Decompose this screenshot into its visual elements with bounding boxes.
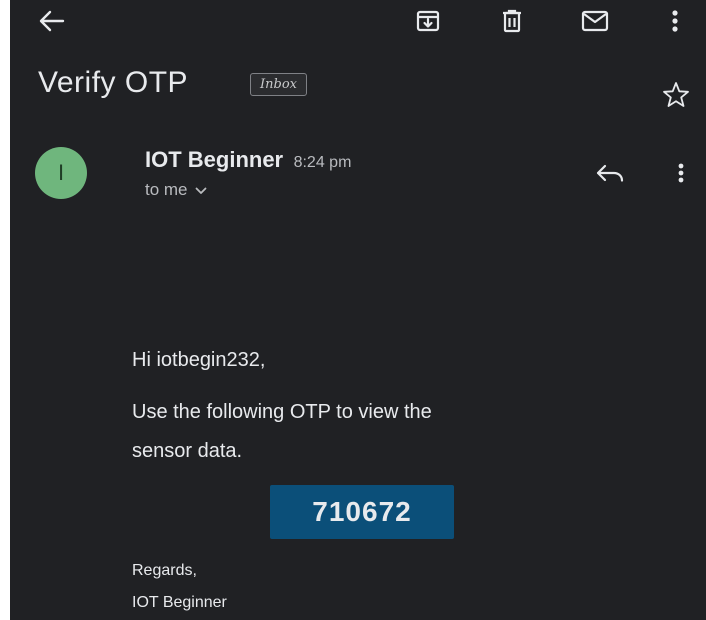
otp-code: 710672 xyxy=(270,485,454,539)
inbox-label-chip[interactable]: Inbox xyxy=(250,73,307,96)
mark-unread-button[interactable] xyxy=(573,4,617,38)
back-button[interactable] xyxy=(32,4,72,38)
body-line-1: Use the following OTP to view the xyxy=(132,401,432,423)
sender-avatar[interactable]: I xyxy=(35,147,87,199)
greeting-text: Hi iotbegin232, xyxy=(132,349,266,371)
star-button[interactable] xyxy=(658,78,694,110)
archive-button[interactable] xyxy=(408,4,448,38)
email-view: Verify OTP Inbox I IOT Beginner 8:24 pm … xyxy=(10,0,706,620)
email-subject: Verify OTP xyxy=(38,66,189,99)
chevron-down-icon xyxy=(195,180,207,200)
body-line-2: sensor data. xyxy=(132,440,243,462)
more-options-button[interactable] xyxy=(660,4,690,38)
more-vert-icon xyxy=(677,162,685,184)
reply-button[interactable] xyxy=(590,157,630,189)
reply-icon xyxy=(595,163,625,183)
sent-time: 8:24 pm xyxy=(293,154,352,171)
regards-text: Regards, xyxy=(132,562,197,579)
sender-name[interactable]: IOT Beginner xyxy=(145,147,283,172)
envelope-icon xyxy=(581,10,609,32)
archive-icon xyxy=(416,10,440,32)
sender-line: IOT Beginner 8:24 pm xyxy=(145,147,351,173)
trash-icon xyxy=(501,9,523,33)
arrow-left-icon xyxy=(39,10,65,32)
signature-text: IOT Beginner xyxy=(132,594,227,611)
more-vert-icon xyxy=(671,9,679,33)
star-outline-icon xyxy=(662,81,690,108)
message-more-button[interactable] xyxy=(666,157,696,189)
recipients-label: to me xyxy=(145,180,188,199)
delete-button[interactable] xyxy=(492,4,532,38)
recipients-toggle[interactable]: to me xyxy=(145,180,207,200)
